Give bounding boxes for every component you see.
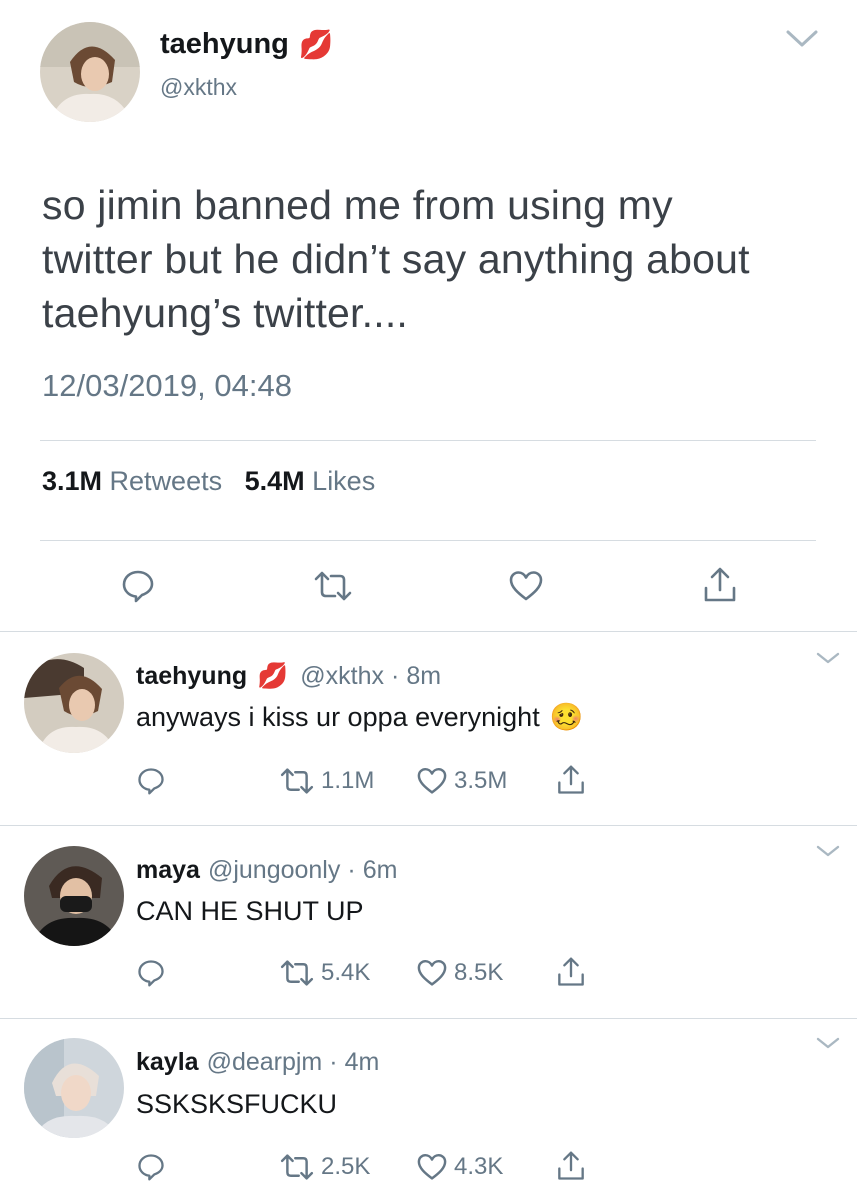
retweets-count: 3.1M (42, 466, 103, 496)
separator: · (329, 1048, 338, 1076)
tweet-stats: 3.1M Retweets 5.4M Likes (42, 466, 375, 497)
author-handle[interactable]: @xkthx (160, 74, 237, 101)
share-button[interactable] (702, 566, 738, 604)
reply-header: taehyung 💋 @xkthx · 8m (136, 662, 441, 691)
like-count: 3.5M (454, 767, 508, 794)
share-icon (558, 765, 584, 794)
reply-display-name[interactable]: taehyung (136, 662, 247, 691)
share-icon (704, 567, 736, 602)
retweet-count: 5.4K (321, 959, 371, 986)
retweet-icon (280, 1154, 314, 1180)
like-button[interactable]: 8.5K (416, 959, 503, 987)
reply-header: maya @jungoonly · 6m (136, 856, 397, 885)
share-icon (558, 957, 584, 986)
share-button[interactable] (556, 956, 586, 988)
reply-avatar[interactable] (24, 846, 124, 946)
retweet-button[interactable]: 5.4K (279, 959, 370, 987)
like-count: 8.5K (454, 959, 504, 986)
reply-icon (138, 768, 164, 795)
reply-text-content: anyways i kiss ur oppa everynight (136, 701, 540, 732)
reply-avatar[interactable] (24, 1038, 124, 1138)
like-button[interactable] (508, 570, 544, 602)
tweet-text-line: taehyung’s twitter.... (42, 290, 409, 336)
share-icon (558, 1151, 584, 1180)
like-icon (417, 1153, 447, 1180)
retweet-icon (280, 768, 314, 794)
tweet-text-line: twitter but he didn’t say anything about (42, 236, 750, 282)
reply-icon (138, 960, 164, 987)
reply-age[interactable]: 4m (345, 1048, 380, 1077)
reply-handle[interactable]: @jungoonly (208, 856, 340, 885)
woozy-face-emoji-icon: 🥴 (549, 702, 584, 732)
like-button[interactable]: 4.3K (416, 1153, 503, 1181)
reply-button[interactable] (137, 766, 165, 796)
reply-icon (122, 570, 154, 603)
reply-text: CAN HE SHUT UP (136, 896, 364, 927)
reply-text: SSKSKSFUCKU (136, 1089, 337, 1120)
reply-display-name[interactable]: maya (136, 856, 200, 885)
reply-handle[interactable]: @dearpjm (207, 1048, 323, 1077)
likes-label: Likes (312, 466, 376, 496)
separator: · (347, 856, 356, 884)
separator: · (391, 662, 400, 690)
reply-icon (138, 1154, 164, 1181)
reply-button[interactable] (121, 568, 155, 604)
reply-handle[interactable]: @xkthx (300, 662, 384, 691)
divider (0, 825, 857, 826)
retweet-count: 1.1M (321, 767, 375, 794)
like-icon (417, 767, 447, 794)
reply-display-name[interactable]: kayla (136, 1048, 199, 1077)
retweet-button[interactable]: 1.1M (279, 767, 374, 795)
reply-text-content: CAN HE SHUT UP (136, 896, 364, 926)
reply-button[interactable] (137, 1152, 165, 1182)
retweet-icon (314, 571, 352, 601)
chevron-down-icon[interactable] (815, 650, 841, 666)
like-count: 4.3K (454, 1153, 504, 1180)
chevron-down-icon[interactable] (815, 843, 841, 859)
reply-header: kayla @dearpjm · 4m (136, 1048, 379, 1077)
divider (0, 631, 857, 632)
like-button[interactable]: 3.5M (416, 767, 507, 795)
divider (40, 540, 816, 541)
reply-text: anyways i kiss ur oppa everynight 🥴 (136, 701, 583, 733)
tweet-timestamp: 12/03/2019, 04:48 (42, 368, 292, 403)
tweet-text: so jimin banned me from using my twitter… (42, 178, 822, 340)
lips-emoji-icon: 💋 (257, 662, 289, 690)
chevron-down-icon[interactable] (784, 26, 820, 50)
likes-count: 5.4M (244, 466, 305, 496)
author-display-name: taehyung (160, 28, 289, 60)
tweet-text-line: so jimin banned me from using my (42, 182, 673, 228)
retweets-stat[interactable]: 3.1M Retweets (42, 466, 222, 496)
retweet-count: 2.5K (321, 1153, 371, 1180)
like-icon (509, 571, 543, 601)
chevron-down-icon[interactable] (815, 1035, 841, 1051)
reply-action-bar: 2.5K 4.3K (0, 1150, 857, 1192)
reply-action-bar: 5.4K 8.5K (0, 956, 857, 998)
likes-stat[interactable]: 5.4M Likes (245, 466, 376, 496)
share-button[interactable] (556, 764, 586, 796)
reply-age[interactable]: 6m (363, 856, 398, 885)
lips-emoji-icon: 💋 (298, 29, 334, 60)
retweet-icon (280, 960, 314, 986)
retweets-label: Retweets (109, 466, 223, 496)
divider (0, 1018, 857, 1019)
reply-age[interactable]: 8m (406, 662, 441, 691)
divider (40, 440, 816, 441)
author-name[interactable]: taehyung 💋 (160, 28, 334, 61)
retweet-button[interactable]: 2.5K (279, 1153, 370, 1181)
reply-avatar[interactable] (24, 653, 124, 753)
reply-button[interactable] (137, 958, 165, 988)
reply-action-bar: 1.1M 3.5M (0, 764, 857, 806)
reply-text-content: SSKSKSFUCKU (136, 1089, 338, 1119)
share-button[interactable] (556, 1150, 586, 1182)
like-icon (417, 959, 447, 986)
author-avatar[interactable] (40, 22, 140, 122)
retweet-button[interactable] (313, 570, 353, 602)
